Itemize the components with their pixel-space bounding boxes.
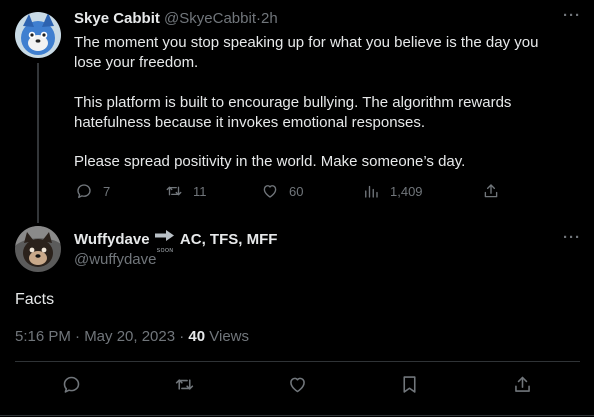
main-tweet-text: Facts [15, 291, 55, 308]
thread-connector-line [37, 63, 39, 223]
tweet-text-line-5: Please spread positivity in the world. M… [74, 153, 466, 170]
tweet-text-line-1: The moment you stop speaking up for what… [74, 34, 539, 51]
retweet-count: 11 [193, 183, 207, 199]
avatar-skye[interactable] [15, 12, 61, 58]
reply-count: 7 [103, 183, 111, 199]
tweet-timestamp: 5:16 PM · May 20, 2023 · 40 Views [15, 327, 249, 346]
retweet-icon [166, 186, 182, 196]
like-count: 60 [289, 183, 304, 199]
retweet-button[interactable] [174, 374, 195, 400]
like-button[interactable]: 60 [261, 182, 303, 200]
bookmark-button[interactable] [399, 374, 420, 400]
share-button[interactable] [482, 182, 500, 200]
display-name-suffix: AC, TFS, MFF [179, 231, 278, 248]
timestamp[interactable]: 2h [261, 10, 278, 27]
soon-label: SOON [156, 248, 174, 254]
divider [0, 415, 594, 416]
share-button[interactable] [512, 374, 533, 400]
soon-arrow-icon [154, 230, 174, 241]
reply-button[interactable] [61, 374, 82, 400]
more-options-icon[interactable]: ··· [563, 7, 581, 24]
analytics-icon [365, 185, 378, 198]
timestamp-text[interactable]: 5:16 PM · May 20, 2023 · [15, 328, 188, 345]
soon-arrow-badge: SOON [154, 230, 176, 254]
heart-icon [290, 377, 305, 393]
tweet-text-line-2: lose your freedom. [74, 54, 199, 71]
bookmark-icon [403, 376, 416, 393]
like-button[interactable] [287, 374, 308, 400]
views-count: 1,409 [390, 183, 423, 199]
views-count: 40 [188, 328, 206, 345]
handle[interactable]: @wuffydave [74, 250, 157, 269]
tweet-text-line-3: This platform is built to encourage bull… [74, 94, 512, 111]
heart-icon [263, 185, 277, 198]
views-button[interactable]: 1,409 [362, 182, 423, 200]
display-name[interactable]: Wuffydave [74, 231, 150, 248]
avatar-wuffydave[interactable] [15, 226, 61, 272]
tweet-text-line-4: hatefulness because it invokes emotional… [74, 114, 426, 131]
views-label: Views [205, 328, 250, 345]
reply-icon [63, 376, 80, 393]
display-name[interactable]: Skye Cabbit [74, 10, 160, 27]
retweet-icon [175, 379, 194, 390]
divider [15, 361, 580, 362]
reply-icon [77, 184, 91, 199]
handle[interactable]: @SkyeCabbit [164, 10, 256, 27]
reply-button[interactable]: 7 [75, 182, 110, 200]
more-options-icon[interactable]: ··· [563, 229, 581, 246]
share-icon [515, 376, 530, 392]
main-tweet-header: Wuffydave SOON AC, TFS, MFF [74, 230, 278, 254]
tweet-header: Skye Cabbit @SkyeCabbit·2h [74, 9, 278, 28]
share-icon [484, 184, 498, 198]
retweet-button[interactable]: 11 [165, 182, 207, 200]
